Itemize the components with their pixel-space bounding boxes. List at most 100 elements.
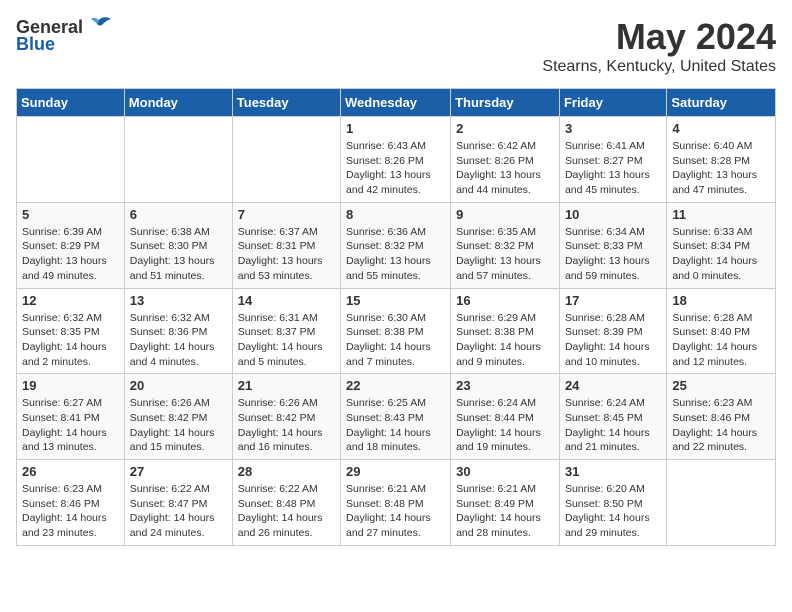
- day-number: 12: [22, 293, 119, 308]
- day-info: Sunrise: 6:41 AM Sunset: 8:27 PM Dayligh…: [565, 139, 661, 198]
- calendar-cell: 30 Sunrise: 6:21 AM Sunset: 8:49 PM Dayli…: [451, 460, 560, 546]
- day-number: 25: [672, 378, 770, 393]
- day-number: 18: [672, 293, 770, 308]
- calendar-week-row: 26Sunrise: 6:23 AM Sunset: 8:46 PM Dayli…: [17, 460, 776, 546]
- calendar-header-row: SundayMondayTuesdayWednesdayThursdayFrid…: [17, 89, 776, 117]
- logo: General Blue: [16, 16, 113, 55]
- calendar-week-row: 1 Sunrise: 6:43 AM Sunset: 8:26 PM Daylig…: [17, 117, 776, 203]
- day-number: 20: [130, 378, 227, 393]
- day-info: Sunrise: 6:26 AM Sunset: 8:42 PM Dayligh…: [130, 396, 227, 455]
- day-number: 3: [565, 121, 661, 136]
- day-info: Sunrise: 6:35 AM Sunset: 8:32 PM Dayligh…: [456, 225, 554, 284]
- day-info: Sunrise: 6:25 AM Sunset: 8:43 PM Dayligh…: [346, 396, 445, 455]
- calendar-cell: [124, 117, 232, 203]
- day-number: 5: [22, 207, 119, 222]
- day-number: 28: [238, 464, 335, 479]
- day-number: 23: [456, 378, 554, 393]
- calendar-week-row: 12Sunrise: 6:32 AM Sunset: 8:35 PM Dayli…: [17, 288, 776, 374]
- day-info: Sunrise: 6:22 AM Sunset: 8:47 PM Dayligh…: [130, 482, 227, 541]
- calendar-cell: 14 Sunrise: 6:31 AM Sunset: 8:37 PM Dayli…: [232, 288, 340, 374]
- day-info: Sunrise: 6:26 AM Sunset: 8:42 PM Dayligh…: [238, 396, 335, 455]
- calendar-cell: 1 Sunrise: 6:43 AM Sunset: 8:26 PM Daylig…: [341, 117, 451, 203]
- day-number: 4: [672, 121, 770, 136]
- day-number: 14: [238, 293, 335, 308]
- calendar-cell: 26Sunrise: 6:23 AM Sunset: 8:46 PM Dayli…: [17, 460, 125, 546]
- day-info: Sunrise: 6:34 AM Sunset: 8:33 PM Dayligh…: [565, 225, 661, 284]
- day-number: 19: [22, 378, 119, 393]
- day-number: 21: [238, 378, 335, 393]
- day-of-week-header: Monday: [124, 89, 232, 117]
- day-info: Sunrise: 6:23 AM Sunset: 8:46 PM Dayligh…: [672, 396, 770, 455]
- day-number: 30: [456, 464, 554, 479]
- calendar-cell: 8 Sunrise: 6:36 AM Sunset: 8:32 PM Daylig…: [341, 202, 451, 288]
- calendar-week-row: 19 Sunrise: 6:27 AM Sunset: 8:41 PM Dayli…: [17, 374, 776, 460]
- day-of-week-header: Thursday: [451, 89, 560, 117]
- day-number: 1: [346, 121, 445, 136]
- day-info: Sunrise: 6:30 AM Sunset: 8:38 PM Dayligh…: [346, 311, 445, 370]
- day-info: Sunrise: 6:27 AM Sunset: 8:41 PM Dayligh…: [22, 396, 119, 455]
- day-info: Sunrise: 6:24 AM Sunset: 8:45 PM Dayligh…: [565, 396, 661, 455]
- month-title: May 2024: [542, 16, 776, 58]
- calendar-cell: 3 Sunrise: 6:41 AM Sunset: 8:27 PM Daylig…: [559, 117, 666, 203]
- day-info: Sunrise: 6:40 AM Sunset: 8:28 PM Dayligh…: [672, 139, 770, 198]
- calendar-cell: 16 Sunrise: 6:29 AM Sunset: 8:38 PM Dayli…: [451, 288, 560, 374]
- day-number: 24: [565, 378, 661, 393]
- calendar-cell: [667, 460, 776, 546]
- calendar-cell: 29Sunrise: 6:21 AM Sunset: 8:48 PM Dayli…: [341, 460, 451, 546]
- day-number: 13: [130, 293, 227, 308]
- day-info: Sunrise: 6:36 AM Sunset: 8:32 PM Dayligh…: [346, 225, 445, 284]
- calendar-cell: 13 Sunrise: 6:32 AM Sunset: 8:36 PM Dayli…: [124, 288, 232, 374]
- day-of-week-header: Wednesday: [341, 89, 451, 117]
- day-number: 8: [346, 207, 445, 222]
- calendar-cell: 27 Sunrise: 6:22 AM Sunset: 8:47 PM Dayli…: [124, 460, 232, 546]
- day-number: 15: [346, 293, 445, 308]
- calendar-cell: 20 Sunrise: 6:26 AM Sunset: 8:42 PM Dayli…: [124, 374, 232, 460]
- day-number: 27: [130, 464, 227, 479]
- day-number: 17: [565, 293, 661, 308]
- day-number: 31: [565, 464, 661, 479]
- calendar-cell: 7 Sunrise: 6:37 AM Sunset: 8:31 PM Daylig…: [232, 202, 340, 288]
- day-info: Sunrise: 6:32 AM Sunset: 8:36 PM Dayligh…: [130, 311, 227, 370]
- calendar-cell: [232, 117, 340, 203]
- logo-bird-icon: [85, 16, 113, 38]
- title-area: May 2024 Stearns, Kentucky, United State…: [542, 16, 776, 76]
- calendar-cell: 28Sunrise: 6:22 AM Sunset: 8:48 PM Dayli…: [232, 460, 340, 546]
- day-info: Sunrise: 6:33 AM Sunset: 8:34 PM Dayligh…: [672, 225, 770, 284]
- day-info: Sunrise: 6:43 AM Sunset: 8:26 PM Dayligh…: [346, 139, 445, 198]
- calendar-cell: 6Sunrise: 6:38 AM Sunset: 8:30 PM Daylig…: [124, 202, 232, 288]
- calendar-cell: 12Sunrise: 6:32 AM Sunset: 8:35 PM Dayli…: [17, 288, 125, 374]
- day-info: Sunrise: 6:37 AM Sunset: 8:31 PM Dayligh…: [238, 225, 335, 284]
- calendar-cell: 23Sunrise: 6:24 AM Sunset: 8:44 PM Dayli…: [451, 374, 560, 460]
- calendar-cell: 31 Sunrise: 6:20 AM Sunset: 8:50 PM Dayli…: [559, 460, 666, 546]
- day-number: 2: [456, 121, 554, 136]
- day-number: 29: [346, 464, 445, 479]
- day-info: Sunrise: 6:31 AM Sunset: 8:37 PM Dayligh…: [238, 311, 335, 370]
- day-info: Sunrise: 6:39 AM Sunset: 8:29 PM Dayligh…: [22, 225, 119, 284]
- day-info: Sunrise: 6:29 AM Sunset: 8:38 PM Dayligh…: [456, 311, 554, 370]
- day-info: Sunrise: 6:21 AM Sunset: 8:49 PM Dayligh…: [456, 482, 554, 541]
- day-number: 26: [22, 464, 119, 479]
- calendar-week-row: 5 Sunrise: 6:39 AM Sunset: 8:29 PM Daylig…: [17, 202, 776, 288]
- calendar-cell: 9 Sunrise: 6:35 AM Sunset: 8:32 PM Daylig…: [451, 202, 560, 288]
- calendar-cell: 22 Sunrise: 6:25 AM Sunset: 8:43 PM Dayli…: [341, 374, 451, 460]
- logo-blue-text: Blue: [16, 34, 55, 55]
- calendar-cell: 25 Sunrise: 6:23 AM Sunset: 8:46 PM Dayli…: [667, 374, 776, 460]
- day-of-week-header: Sunday: [17, 89, 125, 117]
- location-title: Stearns, Kentucky, United States: [542, 58, 776, 76]
- day-number: 6: [130, 207, 227, 222]
- calendar-cell: [17, 117, 125, 203]
- day-number: 16: [456, 293, 554, 308]
- day-number: 22: [346, 378, 445, 393]
- day-of-week-header: Friday: [559, 89, 666, 117]
- day-number: 10: [565, 207, 661, 222]
- day-info: Sunrise: 6:28 AM Sunset: 8:39 PM Dayligh…: [565, 311, 661, 370]
- day-number: 11: [672, 207, 770, 222]
- calendar-cell: 19 Sunrise: 6:27 AM Sunset: 8:41 PM Dayli…: [17, 374, 125, 460]
- calendar-cell: 15 Sunrise: 6:30 AM Sunset: 8:38 PM Dayli…: [341, 288, 451, 374]
- day-of-week-header: Saturday: [667, 89, 776, 117]
- day-number: 9: [456, 207, 554, 222]
- day-number: 7: [238, 207, 335, 222]
- day-info: Sunrise: 6:20 AM Sunset: 8:50 PM Dayligh…: [565, 482, 661, 541]
- calendar-cell: 24 Sunrise: 6:24 AM Sunset: 8:45 PM Dayli…: [559, 374, 666, 460]
- calendar-cell: 11 Sunrise: 6:33 AM Sunset: 8:34 PM Dayli…: [667, 202, 776, 288]
